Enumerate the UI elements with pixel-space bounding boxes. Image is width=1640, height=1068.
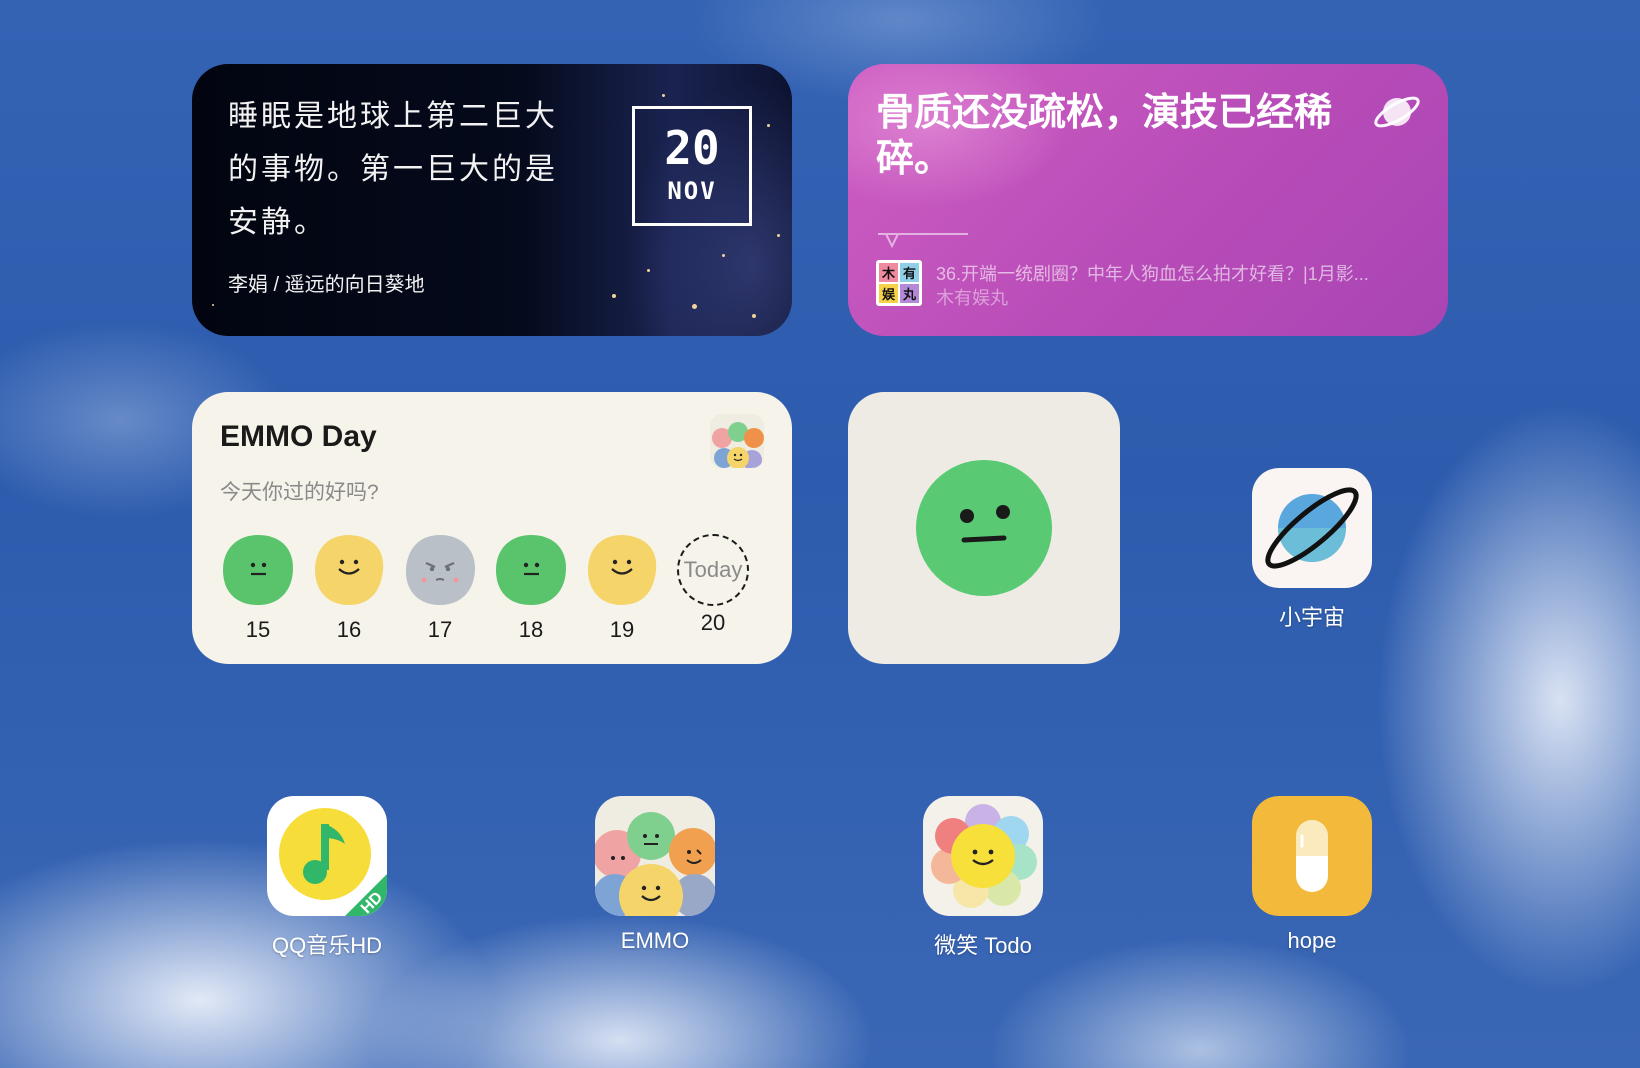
day-label: 18 [518,617,544,642]
emmo-subtitle: 今天你过的好吗? [220,481,379,504]
cover-char: 有 [900,263,919,282]
date-box: 20 NOV [632,106,752,226]
cover-char: 木 [879,263,898,282]
podcast-title: 骨质还没疏松，演技已经稀碎。 [876,92,1333,180]
date-day: 20 [664,121,720,175]
podcast-widget[interactable]: 骨质还没疏松，演技已经稀碎。 木 有 娱 丸 36.开端一统剧圈？中年人狗血怎么… [848,64,1448,336]
mood-face-widget[interactable] [848,392,1120,664]
emmo-faces-icon [710,414,764,468]
app-hope[interactable]: hope [1232,796,1392,954]
cover-char: 丸 [900,284,919,303]
neutral-face-icon [223,535,293,605]
podcast-episode: 36.开端一统剧圈？中年人狗血怎么拍才好看？|1月影... [936,264,1369,284]
music-note-icon: HD [267,796,387,916]
app-emmo[interactable]: EMMO [575,796,735,954]
neutral-face-icon [916,460,1052,596]
neutral-face-icon [496,535,566,605]
planet-icon [1252,468,1372,588]
day-label: 19 [609,617,635,642]
mood-day-15[interactable]: 15 [220,532,296,643]
app-smile-todo[interactable]: 微笑 Todo [903,796,1063,960]
smile-flower-icon [923,796,1043,916]
angry-face-icon [405,535,476,605]
date-month: NOV [667,177,717,205]
app-label: EMMO [620,928,690,953]
today-circle: Today [677,534,749,606]
app-qq-music[interactable]: HD QQ音乐HD [247,796,407,960]
day-label: 17 [427,617,453,642]
cover-char: 娱 [879,284,898,303]
mood-day-20[interactable]: Today 20 [675,532,751,636]
mood-day-16[interactable]: 16 [311,532,387,643]
app-label: 小宇宙 [1278,605,1345,630]
day-label: 15 [245,617,271,642]
mood-day-19[interactable]: 19 [584,532,660,643]
emmo-title: EMMO Day [220,420,377,453]
happy-face-icon [588,535,657,605]
happy-face-icon [315,535,384,605]
day-label: 20 [700,610,726,635]
day-label: 16 [336,617,362,642]
quote-text: 睡眠是地球上第二巨大的事物。第一巨大的是安静。 [228,99,558,240]
quote-author: 李娟 / 遥远的向日葵地 [228,274,425,296]
app-label: QQ音乐HD [271,933,382,958]
quote-widget[interactable]: 睡眠是地球上第二巨大的事物。第一巨大的是安静。 李娟 / 遥远的向日葵地 20 … [192,64,792,336]
app-xiaoyuzhou[interactable]: 小宇宙 [1232,468,1392,632]
planet-icon [1374,96,1420,128]
app-label: 微笑 Todo [934,933,1032,958]
emmo-day-widget[interactable]: EMMO Day 今天你过的好吗? 15 16 17 18 19 Today 2… [192,392,792,664]
mood-day-17[interactable]: 17 [402,532,478,643]
app-label: hope [1287,928,1337,953]
pill-icon [1252,796,1372,916]
mood-day-18[interactable]: 18 [493,532,569,643]
podcast-show: 木有娱丸 [936,288,1008,308]
podcast-cover: 木 有 娱 丸 [876,260,922,306]
emmo-faces-icon [595,796,715,916]
quote-divider-icon [878,233,968,249]
